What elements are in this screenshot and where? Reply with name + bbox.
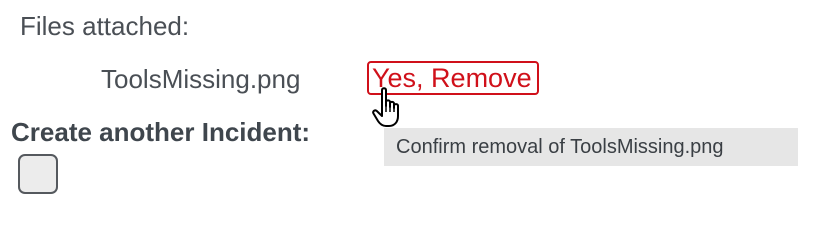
remove-tooltip-text: Confirm removal of ToolsMissing.png <box>396 136 724 158</box>
create-another-incident-checkbox[interactable] <box>18 154 58 194</box>
remove-tooltip: Confirm removal of ToolsMissing.png <box>384 128 798 166</box>
create-another-incident-label: Create another Incident: <box>11 117 311 147</box>
hand-pointer-icon <box>372 87 399 127</box>
attached-file-name: ToolsMissing.png <box>101 64 301 94</box>
files-attached-label: Files attached: <box>20 11 190 41</box>
